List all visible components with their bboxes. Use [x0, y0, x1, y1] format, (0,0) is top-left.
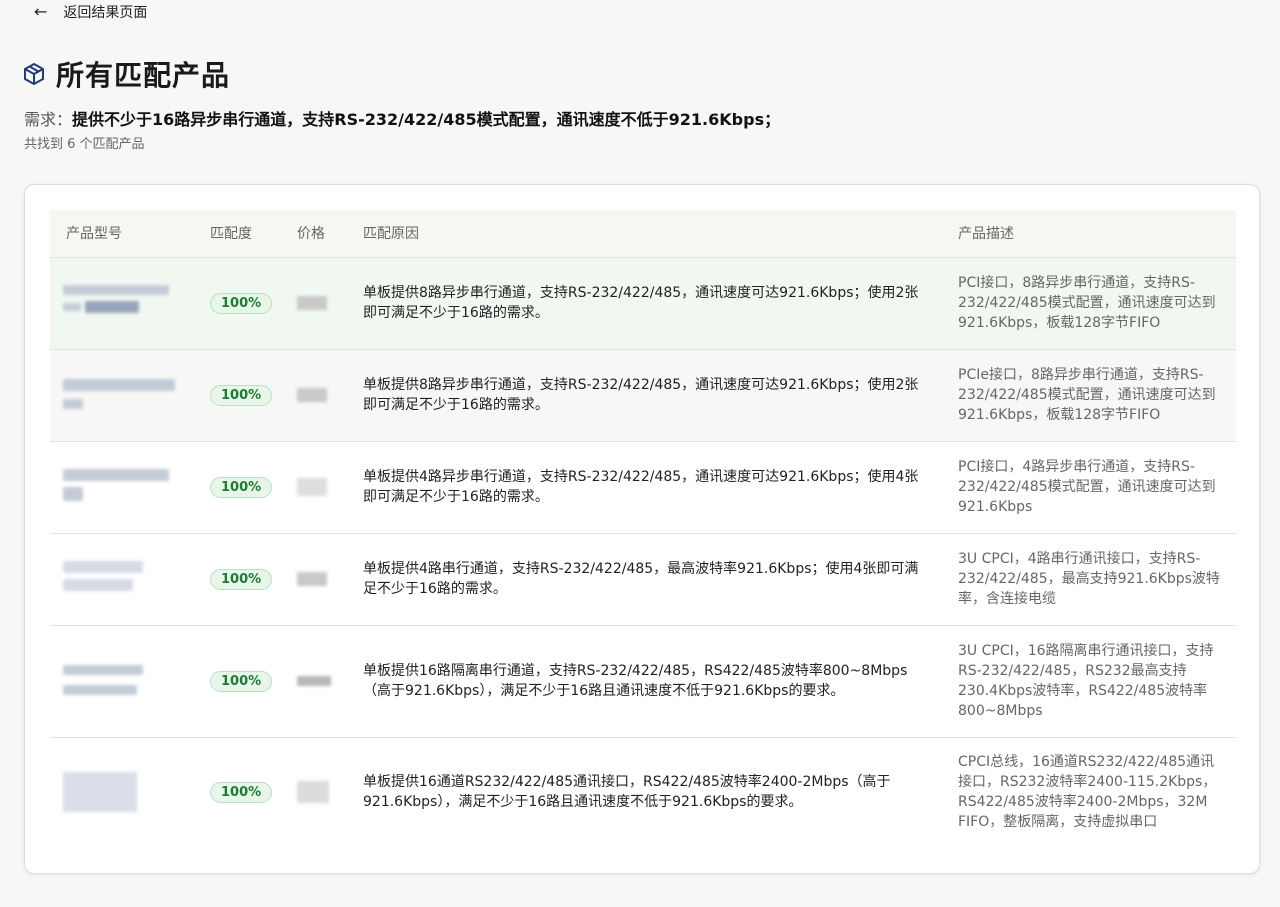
table-row[interactable]: 100% 单板提供4路异步串行通道，支持RS-232/422/485，通讯速度可… [50, 440, 1236, 533]
match-badge: 100% [210, 292, 273, 314]
reason-cell: 单板提供4路串行通道，支持RS-232/422/485，最高波特率921.6Kb… [347, 532, 942, 625]
requirement: 需求：提供不少于16路异步串行通道，支持RS-232/422/485模式配置，通… [24, 106, 780, 130]
blurred-model-number [63, 770, 171, 814]
match-badge: 100% [210, 781, 273, 803]
match-cell: 100% [194, 440, 281, 533]
match-cell: 100% [194, 348, 281, 441]
table-header-row: 产品型号 匹配度 价格 匹配原因 产品描述 [50, 210, 1236, 257]
page-title: 所有匹配产品 [56, 59, 231, 92]
description-cell: PCI接口，4路异步串行通道，支持RS-232/422/485模式配置，通讯速度… [942, 440, 1236, 533]
model-cell [50, 532, 194, 625]
blurred-model-number [63, 659, 171, 703]
requirement-prefix: 需求： [24, 110, 73, 129]
requirement-text: 提供不少于16路异步串行通道，支持RS-232/422/485模式配置，通讯速度… [72, 110, 781, 129]
price-cell [281, 736, 347, 847]
blurred-price [297, 670, 331, 692]
model-cell [50, 440, 194, 533]
description-cell: PCI接口，8路异步串行通道，支持RS-232/422/485模式配置，通讯速度… [942, 256, 1236, 349]
table-row[interactable]: 100% 单板提供16通道RS232/422/485通讯接口，RS422/485… [50, 736, 1236, 847]
match-cell: 100% [194, 624, 281, 737]
back-to-results-link[interactable]: ← 返回结果页面 [34, 2, 147, 22]
price-cell [281, 624, 347, 737]
blurred-model-number [63, 557, 171, 601]
match-badge: 100% [210, 476, 273, 498]
page-header: 所有匹配产品 [22, 54, 230, 94]
arrow-left-icon: ← [34, 2, 48, 21]
reason-cell: 单板提供16路隔离串行通道，支持RS-232/422/485，RS422/485… [347, 624, 942, 737]
match-badge: 100% [210, 384, 273, 406]
description-cell: PCIe接口，8路异步串行通道，支持RS-232/422/485模式配置，通讯速… [942, 348, 1236, 441]
model-cell [50, 624, 194, 737]
table-row[interactable]: 100% 单板提供4路串行通道，支持RS-232/422/485，最高波特率92… [50, 532, 1236, 625]
products-table: 产品型号 匹配度 价格 匹配原因 产品描述 100% 单板提供8路异步串行通道，… [50, 210, 1236, 847]
price-cell [281, 532, 347, 625]
match-badge: 100% [210, 670, 273, 692]
column-header-description: 产品描述 [958, 226, 1014, 243]
reason-cell: 单板提供8路异步串行通道，支持RS-232/422/485，通讯速度可达921.… [347, 348, 942, 441]
blurred-model-number [63, 465, 171, 509]
back-label: 返回结果页面 [63, 5, 148, 21]
model-cell [50, 736, 194, 847]
blurred-price [297, 292, 331, 314]
column-header-reason: 匹配原因 [363, 226, 419, 243]
blurred-price [297, 476, 331, 498]
price-cell [281, 440, 347, 533]
description-cell: CPCI总线，16通道RS232/422/485通讯接口，RS232波特率240… [942, 736, 1236, 847]
column-header-match: 匹配度 [210, 226, 252, 243]
blurred-model-number [63, 281, 171, 325]
description-cell: 3U CPCI，4路串行通讯接口，支持RS-232/422/485，最高支持92… [942, 532, 1236, 625]
price-cell [281, 348, 347, 441]
blurred-price [297, 781, 331, 804]
model-cell [50, 256, 194, 349]
blurred-model-number [63, 373, 175, 417]
model-cell [50, 348, 194, 441]
blurred-price [297, 384, 331, 406]
reason-cell: 单板提供16通道RS232/422/485通讯接口，RS422/485波特率24… [347, 736, 942, 847]
match-cell: 100% [194, 532, 281, 625]
table-row[interactable]: 100% 单板提供16路隔离串行通道，支持RS-232/422/485，RS42… [50, 624, 1236, 737]
column-header-model: 产品型号 [66, 226, 122, 243]
match-cell: 100% [194, 736, 281, 847]
column-header-price: 价格 [297, 226, 325, 243]
result-count: 共找到 6 个匹配产品 [24, 137, 145, 152]
match-cell: 100% [194, 256, 281, 349]
blurred-price [297, 568, 331, 590]
table-row[interactable]: 100% 单板提供8路异步串行通道，支持RS-232/422/485，通讯速度可… [50, 348, 1236, 441]
price-cell [281, 256, 347, 349]
match-badge: 100% [210, 568, 273, 590]
reason-cell: 单板提供8路异步串行通道，支持RS-232/422/485，通讯速度可达921.… [347, 256, 942, 349]
description-cell: 3U CPCI，16路隔离串行通讯接口，支持RS-232/422/485，RS2… [942, 624, 1236, 737]
reason-cell: 单板提供4路异步串行通道，支持RS-232/422/485，通讯速度可达921.… [347, 440, 942, 533]
package-icon [24, 63, 44, 85]
table-row[interactable]: 100% 单板提供8路异步串行通道，支持RS-232/422/485，通讯速度可… [50, 256, 1236, 349]
results-card: 产品型号 匹配度 价格 匹配原因 产品描述 100% 单板提供8路异步串行通道，… [24, 184, 1260, 874]
